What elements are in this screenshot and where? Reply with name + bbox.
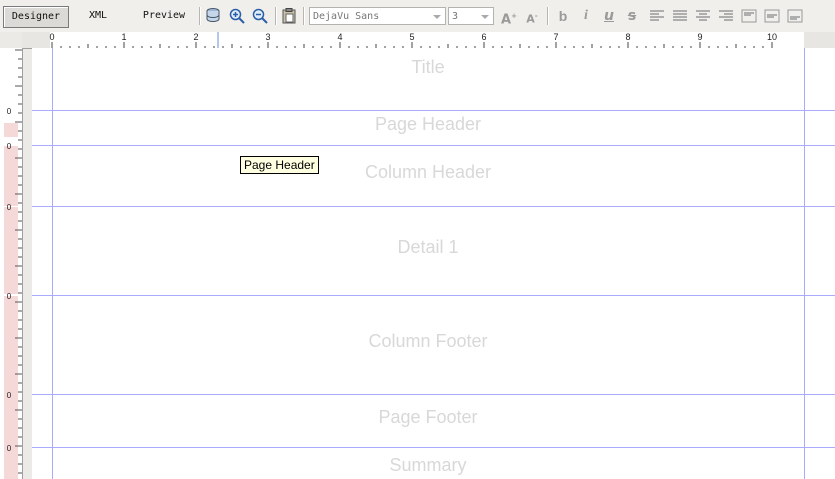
ruler-label: 0	[49, 32, 54, 42]
ruler-label: 2	[193, 32, 198, 42]
vertical-align-top-icon[interactable]	[740, 7, 758, 25]
zoom-in-icon[interactable]	[228, 7, 246, 25]
font-family-select[interactable]: DejaVu Sans	[309, 7, 446, 25]
align-right-icon[interactable]	[717, 7, 735, 25]
align-center-icon[interactable]	[694, 7, 712, 25]
toolbar-separator	[275, 7, 277, 25]
horizontal-ruler[interactable]: 0 1 2 3 4 5 6 7 8 9 10	[22, 32, 835, 49]
band-detail[interactable]: Detail 1	[52, 237, 804, 258]
ruler-label: 6	[481, 32, 486, 42]
chevron-down-icon	[481, 15, 489, 19]
toolbar-separator	[303, 7, 305, 25]
ruler-label: 10	[767, 32, 777, 42]
bold-icon[interactable]: b	[553, 7, 573, 25]
band-column-header[interactable]: Column Header	[52, 162, 804, 183]
align-justify-icon[interactable]	[671, 7, 689, 25]
align-left-icon[interactable]	[648, 7, 666, 25]
ruler-label: 0	[7, 292, 12, 301]
vertical-ruler-ticks: 0 0 0 0 0 0	[4, 49, 22, 479]
vertical-align-middle-icon[interactable]	[763, 7, 781, 25]
ruler-label: 9	[697, 32, 702, 42]
band-summary[interactable]: Summary	[52, 455, 804, 476]
ruler-label: 4	[337, 32, 342, 42]
tab-preview[interactable]: Preview	[136, 6, 192, 26]
underline-icon[interactable]: u	[599, 7, 619, 25]
zoom-out-icon[interactable]	[251, 7, 269, 25]
vertical-ruler[interactable]: 0 0 0 0 0 0	[0, 48, 23, 479]
vertical-align-bottom-icon[interactable]	[786, 7, 804, 25]
tab-designer[interactable]: Designer	[3, 6, 69, 28]
ruler-label: 8	[625, 32, 630, 42]
font-family-value: DejaVu Sans	[313, 11, 380, 22]
band-page-header[interactable]: Page Header	[52, 114, 804, 135]
band-column-footer[interactable]: Column Footer	[52, 331, 804, 352]
ruler-label: 0	[7, 444, 12, 453]
ruler-label: 7	[553, 32, 558, 42]
increase-font-icon[interactable]: A+	[499, 7, 519, 27]
band-page-footer[interactable]: Page Footer	[52, 407, 804, 428]
ruler-label: 1	[121, 32, 126, 42]
ruler-band-highlight	[4, 123, 18, 137]
ruler-band-highlight	[4, 296, 18, 396]
ruler-label: 0	[7, 203, 12, 212]
ruler-margin	[804, 32, 835, 48]
horizontal-ruler-ticks: 0 1 2 3 4 5 6 7 8 9 10	[22, 32, 835, 48]
ruler-band-highlight	[4, 207, 18, 294]
band-title[interactable]: Title	[52, 57, 804, 78]
ruler-corner	[0, 32, 22, 48]
ruler-margin	[22, 32, 50, 48]
ruler-label: 5	[409, 32, 414, 42]
toolbar-separator	[199, 7, 201, 25]
chevron-down-icon	[433, 15, 441, 19]
font-size-value: 3	[452, 11, 459, 22]
ruler-label: 0	[7, 107, 12, 116]
strikethrough-icon[interactable]: s	[622, 7, 642, 25]
toolbar-separator	[547, 7, 549, 25]
ruler-band-highlight	[4, 395, 18, 448]
toolbar: Designer XML Preview DejaVu Sans 3 A+ A-…	[0, 0, 835, 33]
datasource-icon[interactable]	[205, 7, 223, 25]
tooltip: Page Header	[240, 156, 319, 174]
italic-icon[interactable]: i	[576, 7, 596, 25]
ruler-band-highlight	[4, 146, 18, 206]
ruler-label: 0	[7, 391, 12, 400]
paste-icon[interactable]	[280, 7, 298, 25]
tab-xml[interactable]: XML	[80, 6, 116, 26]
ruler-label: 3	[265, 32, 270, 42]
decrease-font-icon[interactable]: A-	[522, 7, 542, 26]
font-size-select[interactable]: 3	[448, 7, 494, 25]
ruler-label: 0	[7, 142, 12, 151]
